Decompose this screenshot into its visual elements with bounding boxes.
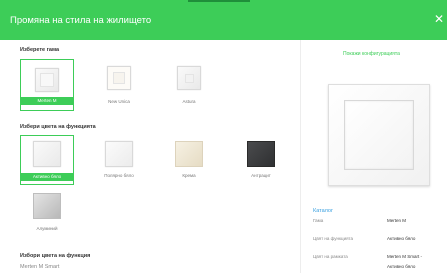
color-label: Алуминий — [36, 226, 58, 231]
spec-value-function-color: Активно бяло — [387, 236, 416, 241]
range-label: Astura — [182, 99, 196, 104]
anthracite-swatch — [247, 141, 275, 167]
switch-preview-rocker — [344, 100, 414, 170]
color-card-anthracite[interactable]: Антрацит — [234, 135, 288, 185]
spec-value-frame-color-2: Активно бяло — [387, 264, 416, 269]
dialog-title: Промяна на стила на жилището — [10, 15, 152, 26]
function-color-value: Merten M Smart — [20, 264, 60, 270]
range-card-astura[interactable]: Astura — [162, 59, 216, 111]
range-card-new-unica[interactable]: New Unica — [92, 59, 146, 111]
range-card-merten-m[interactable]: Merten M — [20, 59, 74, 111]
function-color-section-title-2: Избори цвета на функция — [20, 253, 91, 259]
color-label: Полярно бяло — [104, 173, 134, 178]
spec-key-function-color: Цвят на функцията — [313, 236, 354, 241]
range-section-title: Изберете гама — [20, 47, 60, 53]
close-icon[interactable]: ✕ — [432, 12, 446, 26]
cream-swatch — [175, 141, 203, 167]
color-card-active-white[interactable]: Активно бяло — [20, 135, 74, 185]
aluminium-swatch — [33, 193, 61, 219]
spec-key-range: Гама — [313, 218, 324, 223]
header-accent-bar — [188, 0, 250, 2]
new-unica-swatch — [107, 66, 131, 90]
color-card-aluminium[interactable]: Алуминий — [20, 189, 74, 233]
function-color-section-title: Избери цвета на функцията — [20, 124, 96, 130]
merten-m-swatch — [35, 68, 59, 92]
astura-swatch — [177, 66, 201, 90]
polar-white-swatch — [105, 141, 133, 167]
color-card-cream[interactable]: Крема — [162, 135, 216, 185]
spec-value-frame-color: Merten M Smart - — [387, 254, 423, 259]
range-label: Merten M — [21, 97, 73, 105]
color-label: Крема — [182, 173, 196, 178]
active-white-swatch — [33, 141, 61, 167]
spec-key-frame-color: Цвят на рамката — [313, 254, 348, 259]
spec-value-range: Merten M — [387, 218, 407, 223]
style-change-dialog: Промяна на стила на жилището ✕ Изберете … — [0, 0, 447, 273]
color-label: Активно бяло — [21, 173, 73, 181]
color-card-polar-white[interactable]: Полярно бяло — [92, 135, 146, 185]
catalog-link[interactable]: Каталог — [313, 208, 333, 214]
show-configuration-link[interactable]: Покажи конфигурацията — [343, 51, 400, 57]
range-label: New Unica — [108, 99, 130, 104]
color-label: Антрацит — [251, 173, 271, 178]
